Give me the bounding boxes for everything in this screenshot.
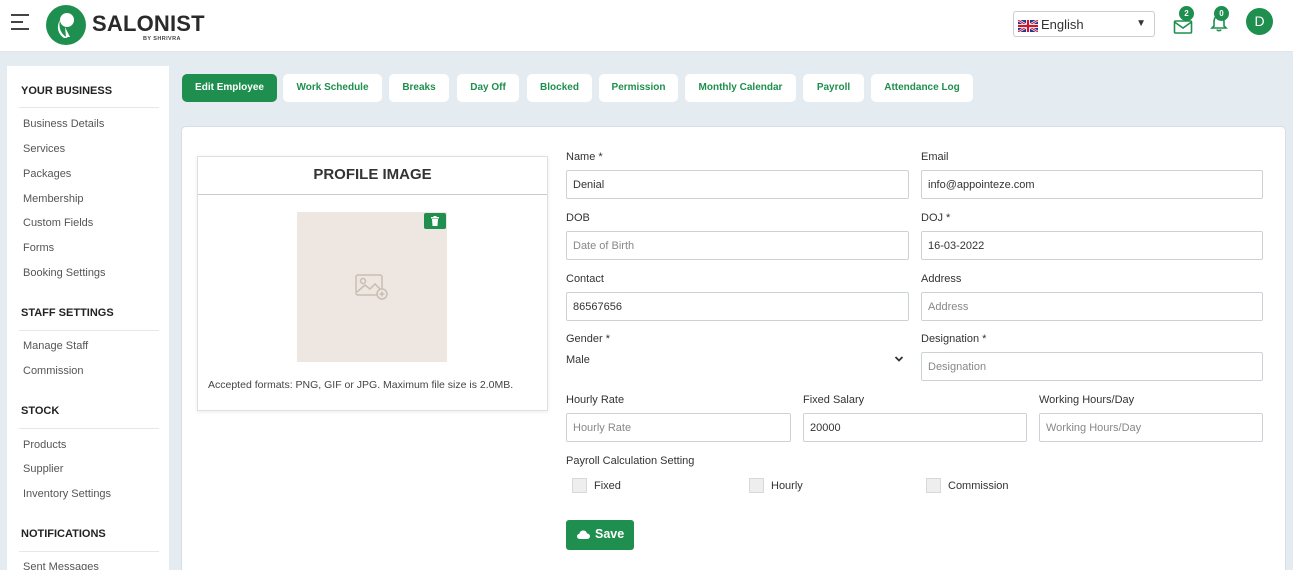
payroll-commission-label: Commission xyxy=(948,480,1009,492)
language-select[interactable]: English ▼ xyxy=(1013,11,1155,37)
payroll-commission-checkbox[interactable] xyxy=(926,478,941,493)
divider xyxy=(19,428,159,429)
top-header: SALONIST BY SHRIVRA English ▼ 2 0 D xyxy=(0,0,1293,52)
payroll-fixed-label: Fixed xyxy=(594,480,621,492)
profile-image-panel: PROFILE IMAGE Accepted formats: PNG, GIF… xyxy=(197,156,548,411)
name-field[interactable] xyxy=(566,170,909,199)
name-label: Name * xyxy=(566,151,603,163)
language-label: English xyxy=(1041,17,1084,32)
payroll-hourly-checkbox[interactable] xyxy=(749,478,764,493)
sidebar-section-staff-settings: STAFF SETTINGS xyxy=(21,307,114,319)
settings-sidebar: YOUR BUSINESS Business Details Services … xyxy=(7,66,169,570)
sidebar-section-your-business: YOUR BUSINESS xyxy=(21,85,113,97)
salonist-logo-icon xyxy=(46,5,86,45)
sidebar-item-sent-messages[interactable]: Sent Messages xyxy=(23,561,99,570)
tab-blocked[interactable]: Blocked xyxy=(527,74,592,102)
tab-day-off[interactable]: Day Off xyxy=(457,74,519,102)
delete-image-button[interactable] xyxy=(424,213,446,229)
tab-monthly-calendar[interactable]: Monthly Calendar xyxy=(685,74,796,102)
sidebar-item-products[interactable]: Products xyxy=(23,439,66,451)
profile-image-title: PROFILE IMAGE xyxy=(198,157,547,195)
trash-icon xyxy=(431,216,439,226)
contact-label: Contact xyxy=(566,273,604,285)
tab-permission[interactable]: Permission xyxy=(599,74,678,102)
sidebar-item-custom-fields[interactable]: Custom Fields xyxy=(23,217,93,229)
dob-field[interactable] xyxy=(566,231,909,260)
profile-image-upload[interactable] xyxy=(297,212,447,362)
hourly-rate-field[interactable] xyxy=(566,413,791,442)
save-button[interactable]: Save xyxy=(566,520,634,550)
sidebar-section-notifications: NOTIFICATIONS xyxy=(21,528,106,540)
sidebar-item-business-details[interactable]: Business Details xyxy=(23,118,104,130)
tab-payroll[interactable]: Payroll xyxy=(803,74,864,102)
doj-field[interactable] xyxy=(921,231,1263,260)
messages-badge: 2 xyxy=(1179,6,1194,21)
hourly-rate-label: Hourly Rate xyxy=(566,394,625,406)
divider xyxy=(19,330,159,331)
tab-breaks[interactable]: Breaks xyxy=(389,74,449,102)
brand-subtitle: BY SHRIVRA xyxy=(143,36,181,42)
chevron-down-icon[interactable] xyxy=(893,353,905,365)
image-placeholder-icon xyxy=(355,274,388,300)
tab-work-schedule[interactable]: Work Schedule xyxy=(283,74,382,102)
sidebar-item-supplier[interactable]: Supplier xyxy=(23,463,63,475)
address-field[interactable] xyxy=(921,292,1263,321)
divider xyxy=(19,551,159,552)
save-label: Save xyxy=(595,527,625,541)
payroll-setting-label: Payroll Calculation Setting xyxy=(566,455,695,467)
sidebar-item-forms[interactable]: Forms xyxy=(23,242,54,254)
gender-label: Gender * xyxy=(566,333,611,345)
working-hours-label: Working Hours/Day xyxy=(1039,394,1135,406)
email-label: Email xyxy=(921,151,949,163)
uk-flag-icon xyxy=(1018,20,1038,32)
fixed-salary-field[interactable] xyxy=(803,413,1027,442)
sidebar-item-packages[interactable]: Packages xyxy=(23,168,71,180)
dob-label: DOB xyxy=(566,212,590,224)
designation-field[interactable] xyxy=(921,352,1263,381)
sidebar-item-booking-settings[interactable]: Booking Settings xyxy=(23,267,106,279)
payroll-hourly-label: Hourly xyxy=(771,480,803,492)
doj-label: DOJ * xyxy=(921,212,951,224)
divider xyxy=(19,107,159,108)
user-avatar[interactable]: D xyxy=(1246,8,1273,35)
contact-field[interactable] xyxy=(566,292,909,321)
tab-attendance-log[interactable]: Attendance Log xyxy=(871,74,973,102)
address-label: Address xyxy=(921,273,962,285)
fixed-salary-label: Fixed Salary xyxy=(803,394,865,406)
sidebar-item-membership[interactable]: Membership xyxy=(23,193,84,205)
menu-toggle-icon[interactable] xyxy=(11,14,29,32)
sidebar-section-stock: STOCK xyxy=(21,405,60,417)
notifications-badge: 0 xyxy=(1214,6,1229,21)
cloud-upload-icon xyxy=(577,530,590,539)
sidebar-item-commission[interactable]: Commission xyxy=(23,365,84,377)
sidebar-item-inventory-settings[interactable]: Inventory Settings xyxy=(23,488,111,500)
email-field[interactable] xyxy=(921,170,1263,199)
gender-select[interactable]: Male xyxy=(566,354,590,366)
tab-edit-employee[interactable]: Edit Employee xyxy=(182,74,277,102)
sidebar-item-manage-staff[interactable]: Manage Staff xyxy=(23,340,88,352)
designation-label: Designation * xyxy=(921,333,987,345)
accepted-formats-note: Accepted formats: PNG, GIF or JPG. Maxim… xyxy=(208,379,514,391)
brand-name: SALONIST xyxy=(92,11,205,36)
chevron-down-icon: ▼ xyxy=(1136,18,1146,29)
payroll-fixed-checkbox[interactable] xyxy=(572,478,587,493)
sidebar-item-services[interactable]: Services xyxy=(23,143,65,155)
working-hours-field[interactable] xyxy=(1039,413,1263,442)
